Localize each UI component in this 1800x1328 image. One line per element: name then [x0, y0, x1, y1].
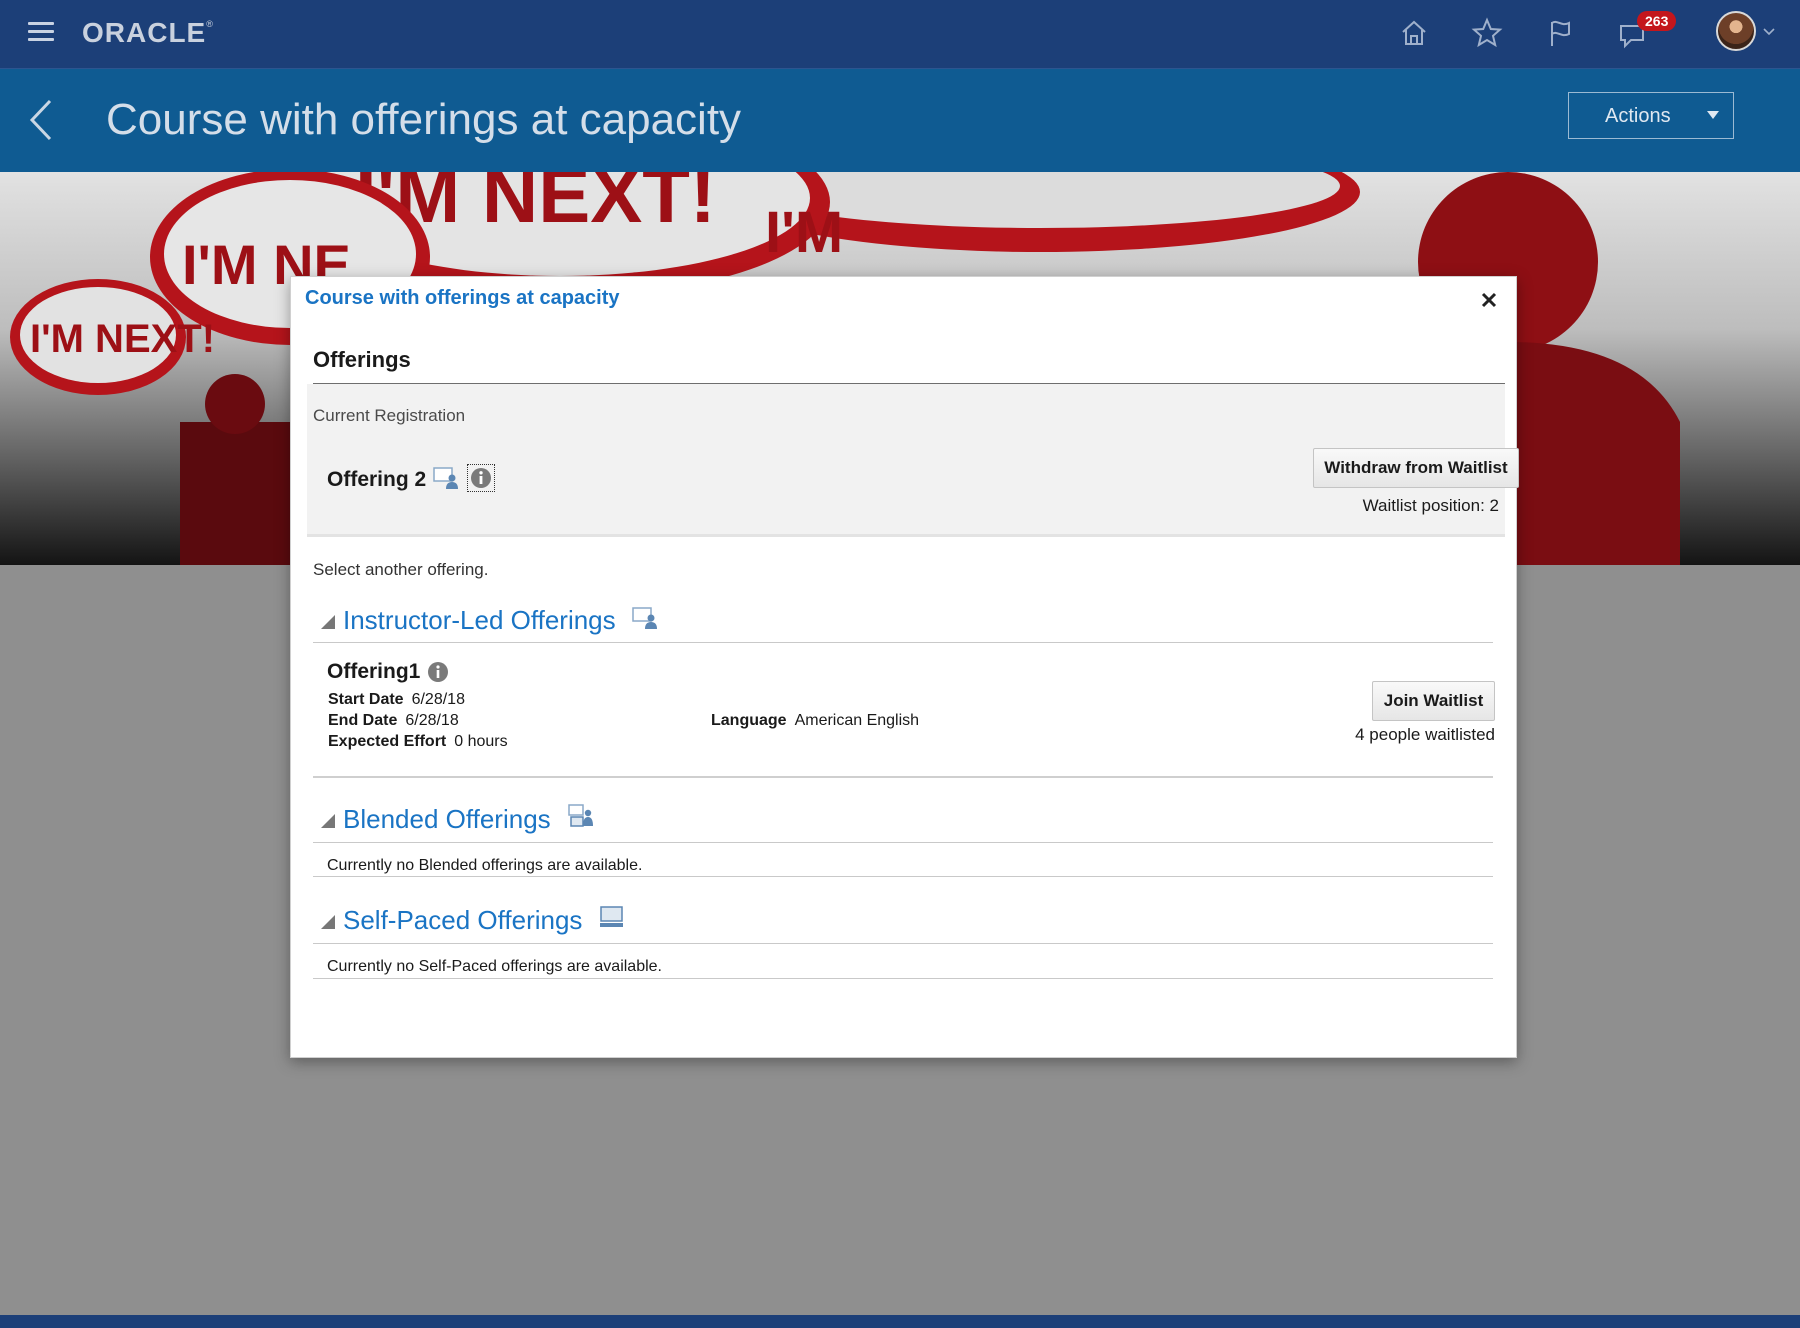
collapse-triangle-icon — [321, 615, 335, 629]
start-date-value: 6/28/18 — [411, 691, 465, 708]
waitlisted-count: 4 people waitlisted — [1355, 725, 1495, 744]
offerings-dialog: Course with offerings at capacity Offeri… — [290, 276, 1519, 1058]
end-date-value: 6/28/18 — [405, 712, 459, 729]
waitlist-position: Waitlist position: 2 — [1362, 496, 1499, 515]
favorites-star-icon[interactable] — [1468, 14, 1506, 52]
figure-small — [180, 422, 290, 565]
banner-text-d: I'M — [765, 200, 843, 265]
instructor-led-icon — [632, 607, 657, 629]
blended-icon — [568, 804, 593, 827]
page-title-bar: Course with offerings at capacity Action… — [0, 69, 1800, 172]
flag-icon[interactable] — [1541, 14, 1579, 52]
info-icon — [471, 468, 491, 488]
blended-empty-message: Currently no Blended offerings are avail… — [327, 857, 643, 874]
oracle-logo[interactable]: ORACLE® — [82, 17, 214, 49]
offering-info-button[interactable] — [467, 464, 495, 492]
withdraw-from-waitlist-button[interactable]: Withdraw from Waitlist — [1313, 448, 1519, 488]
collapse-triangle-icon — [321, 814, 335, 828]
logo-text: ORACLE — [82, 17, 207, 48]
start-date-row: Start Date 6/28/18 — [328, 691, 465, 709]
select-another-label: Select another offering. — [313, 560, 489, 579]
banner-text-c: I'M NEXT! — [30, 317, 215, 361]
expected-effort-row: Expected Effort 0 hours — [328, 733, 508, 751]
back-arrow-icon[interactable] — [26, 97, 56, 143]
collapse-triangle-icon — [321, 915, 335, 929]
logo-mark: ® — [206, 19, 214, 29]
self-paced-group-title: Self-Paced Offerings — [343, 905, 583, 935]
actions-label: Actions — [1605, 105, 1671, 127]
current-registration-panel: Current Registration Offering 2 Withdraw… — [307, 384, 1519, 537]
info-icon[interactable] — [427, 661, 449, 683]
instructor-led-icon — [433, 467, 458, 489]
offering-divider — [313, 776, 1493, 778]
registered-offering-name: Offering 2 — [327, 468, 427, 491]
self-paced-empty-message: Currently no Self-Paced offerings are av… — [327, 958, 662, 975]
figure-small-head — [205, 374, 265, 434]
group-divider — [313, 842, 1493, 843]
blended-group-title: Blended Offerings — [343, 804, 551, 834]
end-date-row: End Date 6/28/18 — [328, 712, 459, 730]
user-avatar[interactable] — [1716, 11, 1756, 51]
notification-count-badge[interactable]: 263 — [1637, 11, 1677, 31]
expected-effort-label: Expected Effort — [328, 733, 447, 750]
language-value: American English — [794, 712, 920, 729]
chevron-down-icon[interactable] — [1762, 24, 1776, 38]
join-waitlist-button[interactable]: Join Waitlist — [1372, 681, 1495, 721]
home-icon[interactable] — [1395, 14, 1433, 52]
current-registration-label: Current Registration — [313, 406, 466, 425]
language-row: Language American English — [711, 712, 919, 730]
group-divider — [313, 642, 1493, 643]
end-date-label: End Date — [328, 712, 398, 729]
language-label: Language — [711, 712, 787, 729]
close-icon[interactable] — [1479, 290, 1499, 310]
offering1-name: Offering1 — [327, 660, 421, 683]
footer-strip — [0, 1315, 1800, 1328]
dialog-title: Course with offerings at capacity — [305, 287, 620, 309]
instructor-led-group-title: Instructor-Led Offerings — [343, 605, 616, 635]
global-header: ORACLE® 263 — [0, 0, 1800, 69]
start-date-label: Start Date — [328, 691, 404, 708]
group-divider — [313, 978, 1493, 979]
page-title: Course with offerings at capacity — [106, 95, 742, 144]
menu-icon[interactable] — [28, 22, 54, 42]
self-paced-icon — [600, 906, 623, 927]
offerings-heading: Offerings — [313, 347, 411, 372]
caret-down-icon — [1707, 111, 1719, 119]
actions-menu-button[interactable]: Actions — [1568, 92, 1734, 139]
group-divider — [313, 943, 1493, 944]
group-divider — [313, 876, 1493, 877]
expected-effort-value: 0 hours — [454, 733, 508, 750]
